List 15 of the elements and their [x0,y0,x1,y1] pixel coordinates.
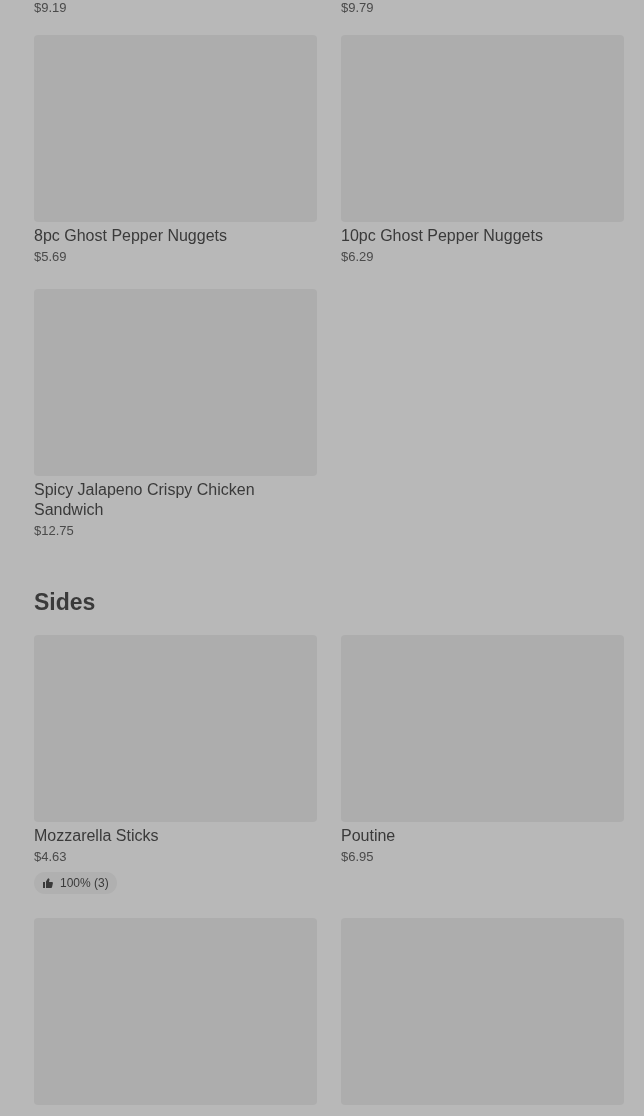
thumbs-up-icon [42,877,54,889]
item-price: $9.79 [341,0,375,16]
item-name[interactable]: Poutine [341,826,624,846]
item-price: $9.19 [34,0,68,16]
item-price: $4.63 [34,849,68,865]
section-heading: Sides [34,588,97,617]
rating-text: 100% (3) [60,875,109,892]
item-name[interactable]: Mozzarella Sticks [34,826,317,846]
item-price: $5.69 [34,249,68,265]
item-name[interactable]: 10pc Ghost Pepper Nuggets [341,226,624,246]
item-price: $6.95 [341,849,375,865]
item-price: $6.29 [341,249,375,265]
item-name[interactable]: 8pc Ghost Pepper Nuggets [34,226,317,246]
item-name[interactable]: Spicy Jalapeno Crispy Chicken Sandwich [34,480,317,520]
item-price: $12.75 [34,523,75,539]
